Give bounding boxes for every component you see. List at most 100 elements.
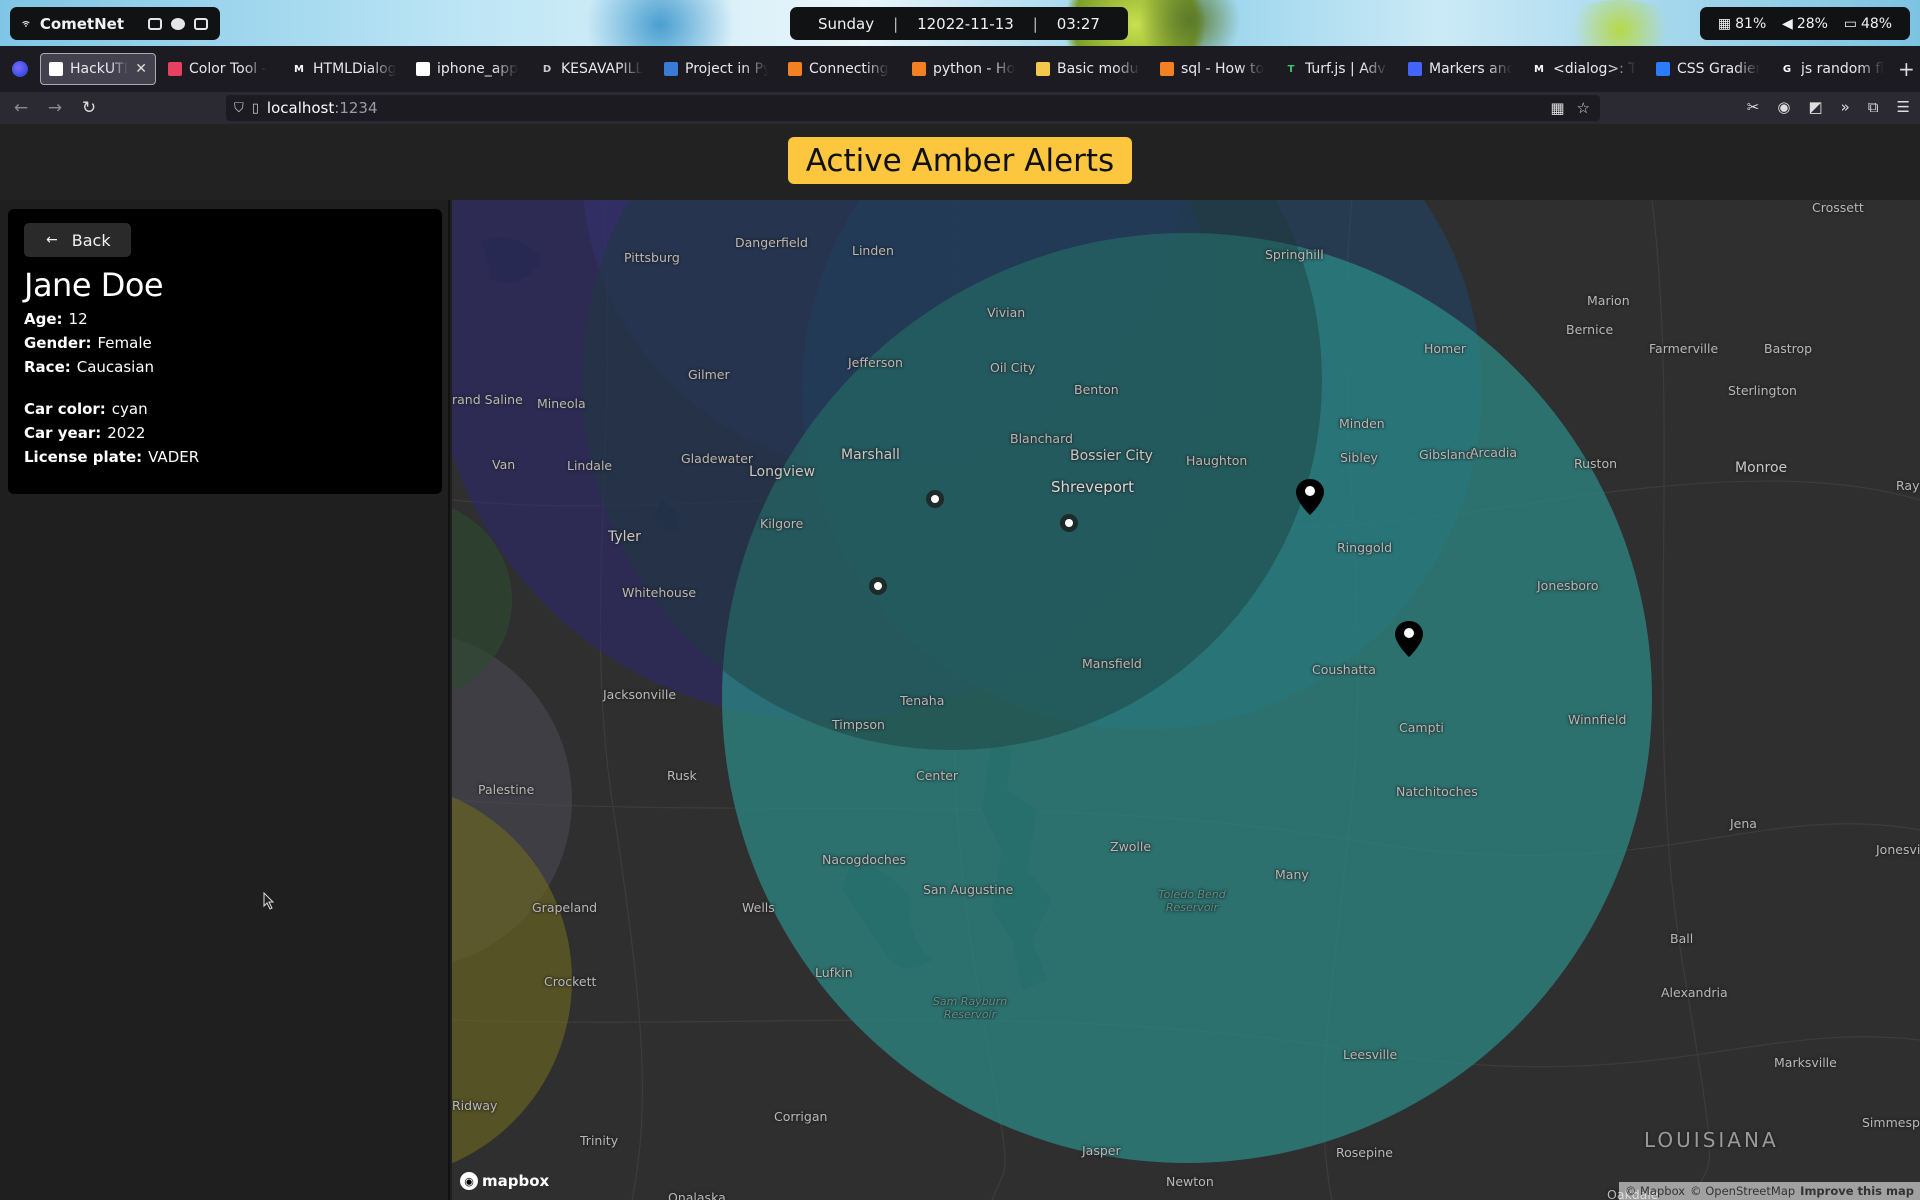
reload-icon[interactable]: ↻ <box>72 98 106 118</box>
detail-value: cyan <box>111 400 148 418</box>
tab-favicon-icon <box>788 62 802 76</box>
place-label: Crockett <box>544 974 597 989</box>
tab-title: HackUTD IX - <box>70 61 129 77</box>
place-label: Jonesboro <box>1537 578 1599 593</box>
tab-favicon-icon <box>1408 62 1422 76</box>
browser-tab[interactable]: M <dialog>: Th <box>1524 53 1644 85</box>
attribution-osm[interactable]: © OpenStreetMap <box>1690 1184 1795 1198</box>
mapbox-logo[interactable]: ◉ mapbox <box>460 1172 549 1190</box>
place-label: Whitehouse <box>622 585 697 600</box>
place-label: Center <box>916 768 959 783</box>
extension-mask-icon[interactable]: ◉ <box>1777 98 1790 116</box>
browser-tab[interactable]: Gjs random flo <box>1772 53 1892 85</box>
place-label: Benton <box>1074 382 1119 397</box>
url-bar[interactable]: ⛉ ▯ localhost:1234 ▦ ☆ <box>226 95 1600 121</box>
forward-arrow-icon[interactable]: → <box>38 98 72 118</box>
tab-title: python - Ho <box>933 61 1016 77</box>
overflow-chevron-icon[interactable]: » <box>1841 98 1850 116</box>
day-label: Sunday <box>818 14 875 33</box>
map-view[interactable]: Crossett Springhill Marion Dangerfield Linde… <box>452 200 1920 1200</box>
sighting-pin[interactable] <box>1060 514 1078 532</box>
color-picker-icon[interactable]: ◩ <box>1808 98 1822 116</box>
firefox-view-icon[interactable] <box>12 61 28 77</box>
bookmark-star-icon[interactable]: ☆ <box>1577 99 1590 117</box>
place-label: Many <box>1275 867 1309 882</box>
tab-title: js random flo <box>1801 61 1884 77</box>
place-label: Rusk <box>667 768 697 783</box>
clock-widget: Sunday | 12022-11-13 | 03:27 <box>790 7 1128 40</box>
browser-tab[interactable]: python - Ho <box>904 53 1024 85</box>
tab-title: KESAVAPILL <box>561 61 644 77</box>
place-label: Jefferson <box>848 355 903 370</box>
map-marker-icon[interactable] <box>1295 478 1325 516</box>
browser-tab[interactable]: Markers and <box>1400 53 1520 85</box>
mapbox-logo-icon: ◉ <box>460 1172 478 1190</box>
browser-tab[interactable]: sql - How to <box>1152 53 1272 85</box>
browser-tab[interactable]: T Turf.js | Adva <box>1276 53 1396 85</box>
url-host: localhost <box>266 99 335 117</box>
place-label: Blanchard <box>1010 431 1073 446</box>
place-label: Marksville <box>1774 1055 1837 1070</box>
chat-icon[interactable] <box>171 17 185 30</box>
tab-title: <dialog>: Th <box>1553 61 1636 77</box>
place-label: Arcadia <box>1470 445 1518 460</box>
place-label: Jena <box>1730 816 1757 831</box>
menu-icon[interactable]: ☰ <box>1897 98 1910 116</box>
tab-favicon-icon <box>1160 62 1174 76</box>
place-label: Monroe <box>1735 460 1788 476</box>
browser-tab[interactable]: D KESAVAPILL <box>532 53 652 85</box>
tab-favicon-icon <box>1656 62 1670 76</box>
close-tab-icon[interactable]: ✕ <box>135 61 147 77</box>
tab-title: Basic modul <box>1057 61 1140 77</box>
browser-tab[interactable]: Color Tool - <box>160 53 280 85</box>
browser-tab[interactable]: HackUTD IX - ✕ <box>40 53 156 85</box>
place-label: Dangerfield <box>735 235 808 250</box>
browser-tab[interactable]: Project in Py <box>656 53 776 85</box>
tab-favicon-icon: M <box>294 63 304 75</box>
new-tab-button[interactable]: + <box>1898 57 1915 81</box>
screenshot-icon[interactable]: ✂ <box>1747 98 1760 116</box>
place-label: Natchitoches <box>1396 784 1478 799</box>
back-button[interactable]: ← Back <box>24 223 131 257</box>
place-label: Mansfield <box>1082 656 1142 671</box>
detail-key: Car year: <box>24 424 102 442</box>
alert-detail-card: ← Back Jane Doe Age: 12 Gender: Female Race:… <box>8 209 442 494</box>
place-label: Alexandria <box>1661 985 1728 1000</box>
detail-key: Race: <box>24 358 71 376</box>
place-label: Lufkin <box>815 965 853 980</box>
shield-icon[interactable]: ⛉ <box>234 101 244 116</box>
mapbox-logo-text: mapbox <box>482 1172 550 1190</box>
sighting-pin[interactable] <box>869 577 887 595</box>
browser-tab[interactable]: CSS Gradien <box>1648 53 1768 85</box>
drive-icon[interactable] <box>148 17 162 30</box>
page-info-icon[interactable]: ▯ <box>252 101 259 116</box>
place-label: Haughton <box>1186 453 1248 468</box>
qr-code-icon[interactable]: ▦ <box>1550 99 1564 117</box>
sighting-pin[interactable] <box>926 490 944 508</box>
volume-icon: ◀ <box>1782 15 1793 32</box>
place-label: Wells <box>742 900 775 915</box>
volume-value: 28% <box>1796 15 1828 32</box>
system-stats-widget[interactable]: ▦ 81% ◀ 28% ▭ 48% <box>1700 7 1910 40</box>
place-label: San Augustine <box>923 882 1014 897</box>
browser-tab[interactable]: M HTMLDialog <box>284 53 404 85</box>
attribution-mapbox[interactable]: © Mapbox <box>1625 1184 1685 1198</box>
back-arrow-icon[interactable]: ← <box>4 98 38 118</box>
place-label: Jasper <box>1082 1143 1121 1158</box>
browser-tab[interactable]: Connecting <box>780 53 900 85</box>
detail-value: Caucasian <box>76 358 155 376</box>
browser-tab[interactable]: iphone_app <box>408 53 528 85</box>
place-label: Bernice <box>1566 322 1614 337</box>
detail-row: License plate: VADER <box>24 448 426 466</box>
map-marker-icon[interactable] <box>1394 620 1424 658</box>
network-widget[interactable]: CometNet <box>10 7 220 40</box>
improve-map-link[interactable]: Improve this map <box>1800 1184 1914 1198</box>
browser-tab[interactable]: Basic modul <box>1028 53 1148 85</box>
place-label: Vivian <box>987 305 1026 320</box>
keyboard-icon[interactable] <box>194 17 208 30</box>
vehicle-details: Car color: cyan Car year: 2022 License plate… <box>24 400 426 466</box>
network-name: CometNet <box>39 14 124 33</box>
place-label: Coushatta <box>1312 662 1376 677</box>
extensions-icon[interactable]: ⧉ <box>1868 98 1879 116</box>
tab-favicon-icon: T <box>1287 63 1295 75</box>
